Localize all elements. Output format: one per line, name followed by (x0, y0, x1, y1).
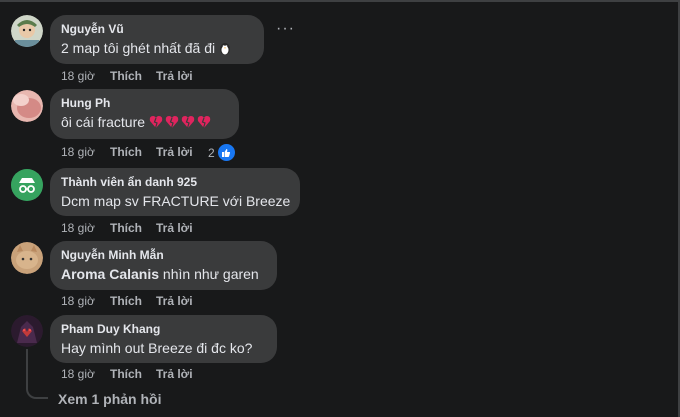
comment-author[interactable]: Pham Duy Khang (61, 322, 265, 337)
comment-text-content: 2 map tôi ghét nhất đã đi (61, 40, 216, 56)
avatar[interactable] (11, 242, 43, 274)
comment-bubble: Nguyễn Minh Mẫn Aroma Calanis nhìn như g… (50, 241, 277, 290)
comment-actions: 18 giờ Thích Trả lời (61, 367, 193, 381)
reply-button[interactable]: Trả lời (156, 221, 193, 235)
reaction-summary[interactable]: 2 (208, 143, 236, 162)
comment-time[interactable]: 18 giờ (61, 69, 110, 83)
comment-time[interactable]: 18 giờ (61, 294, 110, 308)
comment-bubble: Thành viên ẩn danh 925 Dcm map sv FRACTU… (50, 168, 300, 216)
comment-author[interactable]: Nguyễn Minh Mẫn (61, 248, 265, 263)
reply-thread-line (26, 349, 48, 399)
reply-button[interactable]: Trả lời (156, 69, 193, 83)
comment-text: 2 map tôi ghét nhất đã đi (61, 39, 252, 58)
comment-bubble: Nguyễn Vũ 2 map tôi ghét nhất đã đi (50, 15, 264, 64)
reply-button[interactable]: Trả lời (156, 367, 193, 381)
reaction-count: 2 (208, 145, 215, 160)
comment-text: Hay mình out Breeze đi đc ko? (61, 340, 253, 356)
comment-text-content: ôi cái fracture (61, 114, 146, 130)
avatar[interactable] (11, 90, 43, 122)
mentioned-user-link[interactable]: Aroma Calanis (61, 266, 159, 282)
comment-text: Aroma Calanis nhìn như garen (61, 265, 265, 284)
comment-time[interactable]: 18 giờ (61, 221, 110, 235)
comment-bubble: Hung Ph ôi cái fracture (50, 89, 239, 139)
avatar[interactable] (11, 315, 43, 347)
like-button[interactable]: Thích (110, 367, 156, 381)
thumbs-up-icon (216, 143, 236, 162)
reply-button[interactable]: Trả lời (156, 294, 193, 308)
view-replies-link[interactable]: Xem 1 phản hồi (58, 391, 161, 407)
comment-actions: 18 giờ Thích Trả lời (61, 145, 193, 159)
comment-bubble: Pham Duy Khang Hay mình out Breeze đi đc… (50, 315, 277, 363)
comment-actions: 18 giờ Thích Trả lời (61, 69, 193, 83)
comment-text-content: nhìn như garen (159, 266, 259, 282)
comment-time[interactable]: 18 giờ (61, 367, 110, 381)
like-button[interactable]: Thích (110, 221, 156, 235)
comment-text: ôi cái fracture (61, 113, 227, 132)
comment-actions: 18 giờ Thích Trả lời (61, 221, 193, 235)
more-dots-icon[interactable]: ··· (276, 20, 295, 38)
incognito-icon[interactable] (11, 169, 43, 201)
top-divider (0, 0, 680, 2)
comment-actions: 18 giờ Thích Trả lời (61, 294, 193, 308)
comment-time[interactable]: 18 giờ (61, 145, 110, 159)
penguin-emoji (219, 40, 231, 56)
broken-heart-emoji (149, 114, 213, 130)
comment-author[interactable]: Hung Ph (61, 96, 227, 111)
comment-text: Dcm map sv FRACTURE với Breeze (61, 193, 291, 209)
reply-button[interactable]: Trả lời (156, 145, 193, 159)
comment-author[interactable]: Thành viên ẩn danh 925 (61, 175, 288, 190)
like-button[interactable]: Thích (110, 69, 156, 83)
like-button[interactable]: Thích (110, 294, 156, 308)
like-button[interactable]: Thích (110, 145, 156, 159)
avatar[interactable] (11, 15, 43, 47)
comment-author[interactable]: Nguyễn Vũ (61, 22, 252, 37)
